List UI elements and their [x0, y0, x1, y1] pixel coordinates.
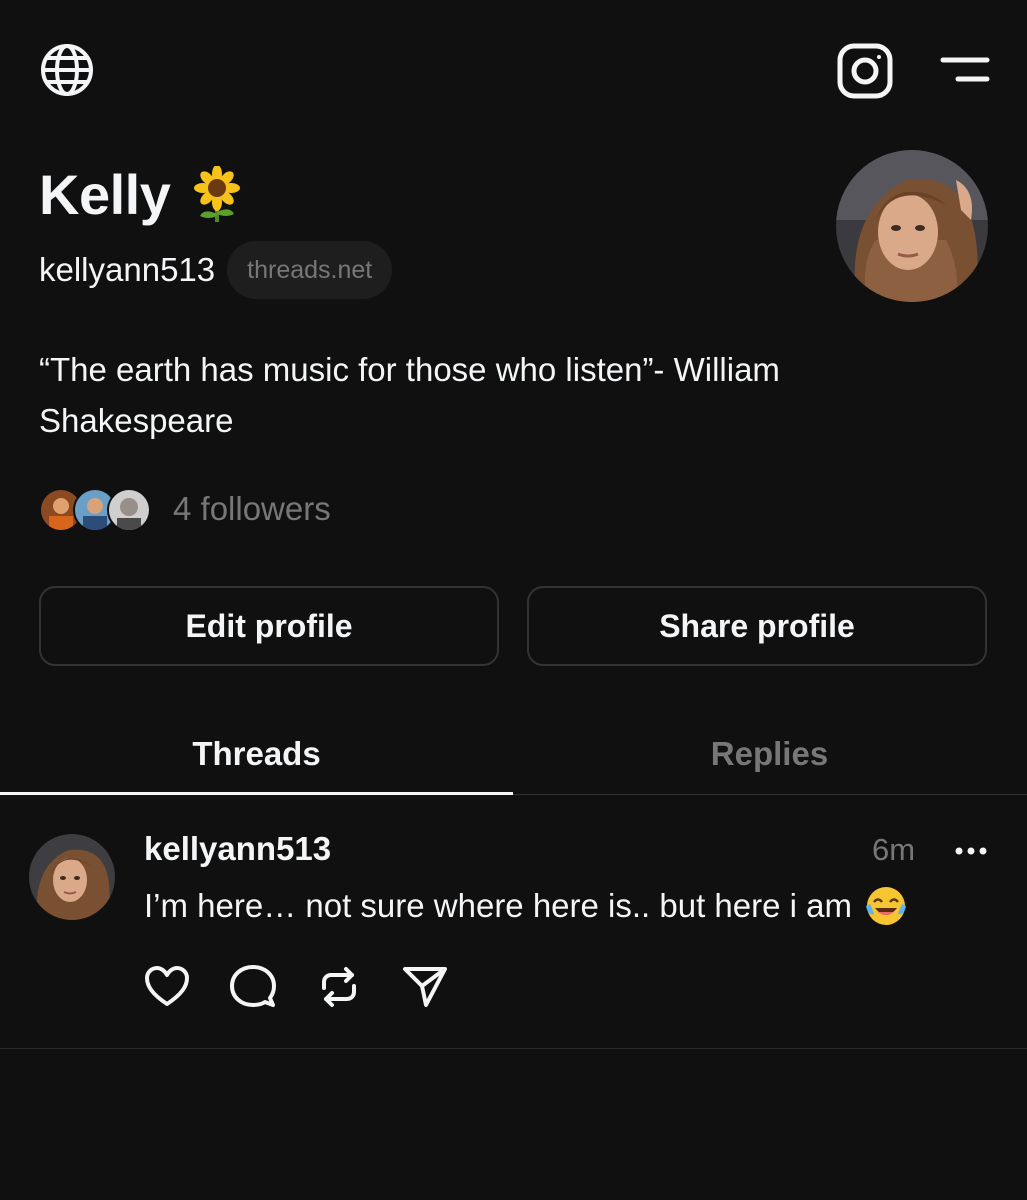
active-tab-indicator — [0, 792, 513, 795]
share-profile-button[interactable]: Share profile — [527, 586, 987, 666]
followers-count[interactable]: 4 followers — [173, 490, 331, 528]
globe-icon[interactable] — [39, 42, 95, 98]
followers-row[interactable]: 4 followers — [39, 486, 331, 532]
profile-name-row: Kelly — [39, 166, 244, 224]
tab-threads[interactable]: Threads — [0, 714, 513, 794]
follower-avatars — [39, 486, 151, 532]
post-text-row: I’m here… not sure where here is.. but h… — [144, 884, 908, 928]
follower-avatar — [107, 488, 151, 532]
post-timestamp: 6m — [872, 832, 916, 867]
post-text: I’m here… not sure where here is.. but h… — [144, 887, 852, 924]
tab-divider — [513, 794, 1027, 795]
more-icon[interactable] — [954, 834, 988, 873]
tab-replies[interactable]: Replies — [513, 714, 1026, 794]
profile-display-name: Kelly — [39, 163, 171, 226]
sunflower-icon — [194, 166, 241, 222]
post-divider — [0, 1048, 1027, 1049]
profile-handle: kellyann513 — [39, 251, 216, 288]
profile-avatar[interactable] — [836, 150, 988, 302]
send-icon[interactable] — [402, 964, 448, 1015]
menu-icon[interactable] — [940, 56, 990, 84]
repost-icon[interactable] — [316, 964, 362, 1015]
post-username[interactable]: kellyann513 — [144, 830, 331, 868]
post-avatar[interactable] — [29, 834, 115, 920]
face-with-tears-of-joy-icon — [866, 887, 906, 925]
heart-icon[interactable] — [144, 964, 190, 1015]
profile-bio: “The earth has music for those who liste… — [39, 351, 780, 439]
edit-profile-button[interactable]: Edit profile — [39, 586, 499, 666]
handle-row: kellyann513 threads.net — [39, 241, 393, 299]
comment-icon[interactable] — [230, 964, 276, 1015]
domain-badge[interactable]: threads.net — [227, 241, 393, 299]
instagram-icon[interactable] — [837, 43, 893, 99]
